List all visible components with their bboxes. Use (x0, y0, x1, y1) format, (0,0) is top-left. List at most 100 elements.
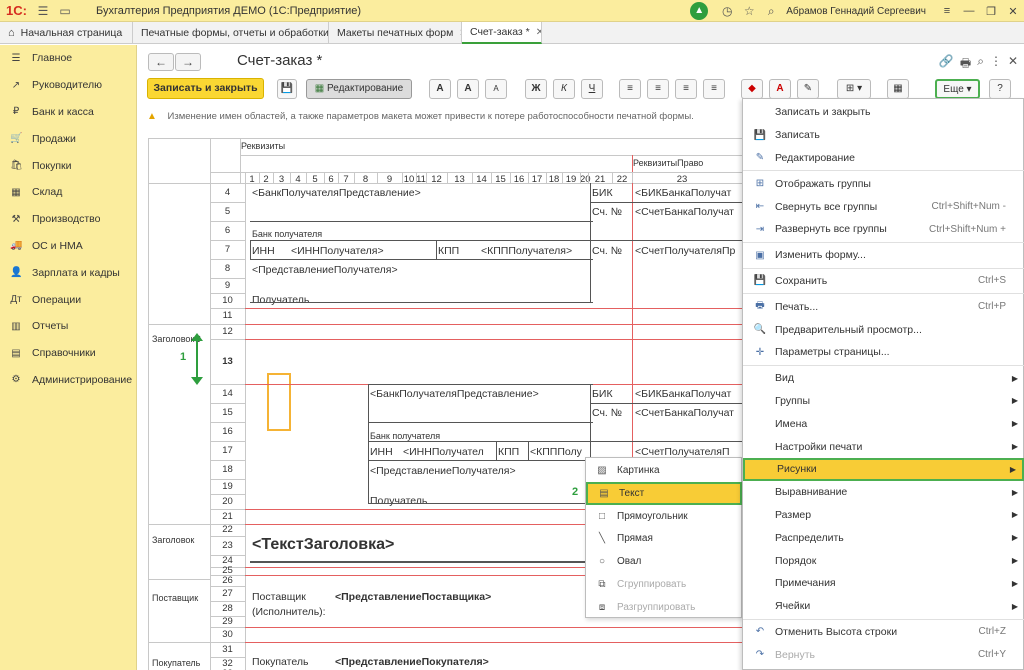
submenu-item[interactable]: ╲ Прямая (586, 527, 742, 550)
row-number[interactable]: 5 (210, 206, 245, 217)
column-number[interactable]: 23 (632, 174, 732, 185)
align-left-icon[interactable]: ≡ (619, 79, 641, 99)
italic-button[interactable]: К (553, 79, 575, 99)
row-number[interactable]: 29 (210, 616, 245, 627)
back-button[interactable]: ← (148, 53, 174, 71)
column-number[interactable]: 9 (377, 174, 402, 185)
column-number[interactable]: 1 (245, 174, 259, 185)
align-center-icon[interactable]: ≡ (647, 79, 669, 99)
close-icon[interactable]: ✕ (536, 22, 541, 42)
row-number[interactable]: 32 (210, 658, 245, 669)
column-number[interactable]: 21 (588, 174, 612, 185)
menu-item[interactable]: Имена ▶ (743, 412, 1024, 435)
submenu-item[interactable]: ⧈ Разгруппировать (586, 596, 742, 619)
sidebar-item[interactable]: ⚒ Производство (0, 206, 136, 233)
menu-item[interactable]: 💾 Записать (743, 124, 1024, 147)
row-number[interactable]: 4 (210, 187, 245, 198)
row-number[interactable]: 18 (210, 464, 245, 475)
row-number[interactable]: 22 (210, 524, 245, 535)
column-number[interactable]: 17 (528, 174, 546, 185)
row-number[interactable]: 31 (210, 644, 245, 655)
menu-item[interactable]: Группы ▶ (743, 390, 1024, 413)
maximize-button[interactable]: ❐ (980, 5, 1002, 18)
row-number[interactable]: 19 (210, 481, 245, 492)
close-window-button[interactable]: ✕ (1002, 5, 1024, 18)
row-number[interactable]: 10 (210, 295, 245, 306)
column-number[interactable]: 4 (290, 174, 306, 185)
row-number[interactable]: 14 (210, 388, 245, 399)
align-justify-icon[interactable]: ≡ (703, 79, 725, 99)
row-number[interactable]: 30 (210, 629, 245, 640)
settings-icon[interactable]: ≡ (936, 5, 958, 17)
column-number[interactable]: 15 (491, 174, 510, 185)
row-number[interactable]: 28 (210, 603, 245, 614)
row-number[interactable]: 21 (210, 511, 245, 522)
column-number[interactable]: 14 (472, 174, 491, 185)
menu-item[interactable]: ✛ Параметры страницы... (743, 341, 1024, 364)
favorites-icon[interactable]: ☆ (742, 4, 756, 18)
font-increase-button[interactable]: A (457, 79, 479, 99)
column-number[interactable]: 12 (426, 174, 447, 185)
more-button[interactable]: Еще ▾ (935, 79, 980, 99)
row-number[interactable]: 7 (210, 244, 245, 255)
menu-item[interactable]: Настройки печати ▶ (743, 435, 1024, 458)
underline-button[interactable]: Ч (581, 79, 603, 99)
tab-invoice[interactable]: Счет-заказ * ✕ (462, 22, 542, 44)
row-number[interactable]: 9 (210, 280, 245, 291)
column-number[interactable]: 8 (354, 174, 377, 185)
menu-item[interactable]: Вид ▶ (743, 367, 1024, 390)
sidebar-item[interactable]: 🛒 Продажи (0, 125, 136, 152)
row-number[interactable]: 13 (210, 356, 245, 367)
font-decrease-button[interactable]: A (485, 79, 507, 99)
submenu-item[interactable]: □ Прямоугольник (586, 505, 742, 528)
save-close-button[interactable]: Записать и закрыть (147, 78, 264, 99)
notifications-icon[interactable]: ▲ (690, 2, 709, 20)
column-number[interactable]: 7 (338, 174, 354, 185)
column-number[interactable]: 10 (402, 174, 416, 185)
menu-item[interactable]: Порядок ▶ (743, 549, 1024, 572)
sidebar-item[interactable]: ⚙ Администрирование (0, 367, 136, 394)
selected-cell[interactable] (267, 373, 291, 431)
menu-item[interactable]: ⇤ Свернуть все группы Ctrl+Shift+Num - (743, 195, 1024, 218)
save-icon[interactable]: 💾 (277, 79, 297, 99)
bold-button[interactable]: Ж (525, 79, 547, 99)
column-number[interactable]: 20 (580, 174, 591, 185)
more-actions-icon[interactable]: ⋮ (990, 54, 1002, 75)
preview-icon[interactable]: ⌕ (977, 54, 984, 75)
menu-item[interactable]: ⊞ Отображать группы (743, 172, 1024, 195)
menu-item[interactable]: ▣ Изменить форму... (743, 244, 1024, 267)
menu-item[interactable]: 🖶 Печать... Ctrl+P (743, 295, 1024, 318)
menu-item[interactable]: 🔍 Предварительный просмотр... (743, 318, 1024, 341)
menu-item[interactable]: Примечания ▶ (743, 572, 1024, 595)
row-number[interactable]: 16 (210, 426, 245, 437)
column-number[interactable]: 6 (324, 174, 338, 185)
column-number[interactable]: 5 (306, 174, 324, 185)
row-number[interactable]: 8 (210, 263, 245, 274)
row-number[interactable]: 6 (210, 225, 245, 236)
submenu-item[interactable]: ▨ Картинка (586, 459, 742, 482)
menu-item[interactable]: Ячейки ▶ (743, 595, 1024, 618)
menu-item[interactable]: Размер ▶ (743, 504, 1024, 527)
print-icon[interactable]: 🖶 (960, 54, 971, 75)
menu-item[interactable]: ↷ Вернуть Ctrl+Y (743, 643, 1024, 666)
menu-item[interactable]: Рисунки ▶ (743, 458, 1024, 481)
menu-item[interactable]: Записать и закрыть (743, 101, 1024, 124)
column-number[interactable]: 11 (416, 174, 426, 185)
menu-item[interactable]: Выравнивание ▶ (743, 481, 1024, 504)
user-name[interactable]: Абрамов Геннадий Сергеевич (786, 6, 926, 17)
row-number[interactable]: 27 (210, 588, 245, 599)
help-button[interactable]: ? (989, 79, 1011, 99)
align-right-icon[interactable]: ≡ (675, 79, 697, 99)
sidebar-item[interactable]: ₽ Банк и касса (0, 99, 136, 126)
row-number[interactable]: 17 (210, 445, 245, 456)
row-number[interactable]: 12 (210, 326, 245, 337)
sidebar-item[interactable]: ↗ Руководителю (0, 72, 136, 99)
home-window-icon[interactable]: ▭ (58, 4, 72, 18)
row-number[interactable]: 20 (210, 496, 245, 507)
column-number[interactable]: 22 (612, 174, 632, 185)
borders-icon[interactable]: ⊞ ▾ (837, 79, 871, 99)
menu-icon[interactable]: ☰ (36, 4, 50, 18)
column-number[interactable]: 19 (562, 174, 580, 185)
menu-item[interactable]: ⇥ Развернуть все группы Ctrl+Shift+Num + (743, 218, 1024, 241)
editing-button[interactable]: ▦ Редактирование (306, 79, 412, 99)
